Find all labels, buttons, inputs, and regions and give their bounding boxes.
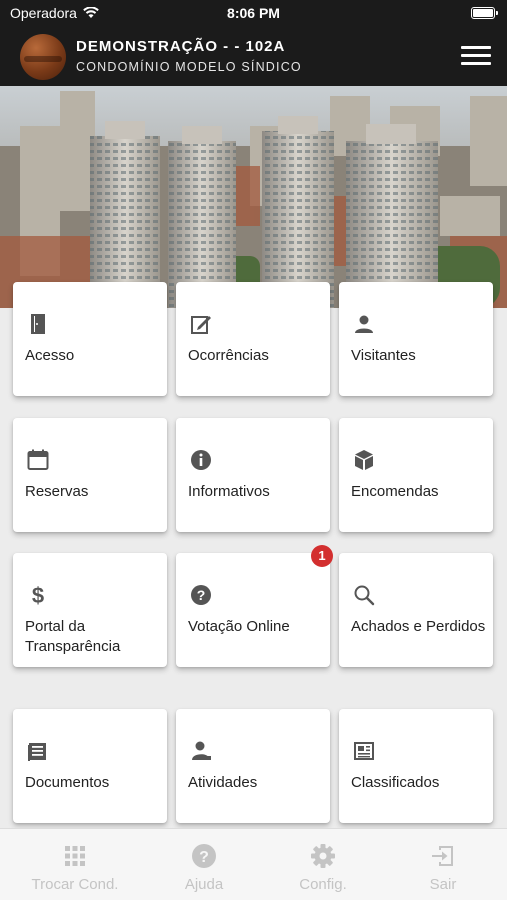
feature-label: Visitantes [351,347,416,364]
hero-image [0,86,507,308]
grid-icon [65,846,85,866]
person-icon [355,315,373,333]
app-header: DEMONSTRAÇÃO - - 102A CONDOMÍNIO MODELO … [0,26,507,86]
nav-label: Config. [299,876,347,893]
feature-card-documentos[interactable]: Documentos [13,709,167,823]
status-bar: Operadora 8:06 PM [0,0,507,26]
feature-card-achados-e-perdidos[interactable]: Achados e Perdidos [339,553,493,667]
feature-label: Informativos [188,483,270,500]
feature-label: Classificados [351,774,440,791]
unit-title: DEMONSTRAÇÃO - - 102A [76,38,286,55]
exit-icon [432,846,453,866]
menu-line [461,62,491,65]
feature-label: Reservas [25,483,89,500]
newspaper-icon [354,742,374,760]
feature-label: Ocorrências [188,347,269,364]
feature-label: Votação Online [188,618,290,635]
svg-text:$: $ [32,583,44,607]
nav-help[interactable]: ? Ajuda [141,829,267,900]
battery-icon [471,7,498,19]
feature-label: Acesso [25,347,75,364]
feature-label: Documentos [25,774,110,791]
door-icon [31,314,45,334]
svg-text:?: ? [199,849,209,866]
nav-settings[interactable]: Config. [260,829,386,900]
gear-icon [311,844,335,868]
feature-label: Atividades [188,774,258,791]
feature-card-portal-da-transparência[interactable]: $ Portal da Transparência [13,553,167,667]
condo-avatar[interactable] [20,34,66,80]
nav-label: Sair [429,876,457,893]
feature-card-visitantes[interactable]: Visitantes [339,282,493,396]
feature-card-ocorrências[interactable]: Ocorrências [176,282,330,396]
hamburger-menu-button[interactable] [461,46,491,66]
package-icon [355,450,373,470]
person-activity-icon [192,741,211,760]
feature-card-atividades[interactable]: Atividades [176,709,330,823]
calendar-icon [27,449,49,470]
nav-logout[interactable]: Sair [380,829,506,900]
status-time: 8:06 PM [227,5,280,21]
feature-card-reservas[interactable]: Reservas [13,418,167,532]
notification-badge: 1 [311,545,333,567]
help-icon: ? [192,844,216,868]
menu-line [461,46,491,49]
svg-text:?: ? [197,587,206,603]
feature-card-classificados[interactable]: Classificados [339,709,493,823]
nav-label: Trocar Cond. [31,876,119,893]
dollar-icon: $ [32,583,44,607]
condo-subtitle: CONDOMÍNIO MODELO SÍNDICO [76,60,302,74]
feature-label: Portal da Transparência [25,618,121,655]
question-icon: ? [191,585,211,605]
menu-line [461,54,491,57]
info-icon [191,450,211,470]
bottom-nav: Trocar Cond. ? Ajuda Config. Sair [0,828,507,900]
edit-icon [191,316,211,334]
feature-card-votação-online[interactable]: ? Votação Online 1 [176,545,333,667]
search-icon [354,585,375,606]
feature-label: Achados e Perdidos [351,618,486,635]
nav-switch-condo[interactable]: Trocar Cond. [12,829,138,900]
feature-card-informativos[interactable]: Informativos [176,418,330,532]
nav-label: Ajuda [184,876,224,893]
feature-card-encomendas[interactable]: Encomendas [339,418,493,532]
document-icon [28,743,46,761]
feature-label: Encomendas [351,483,439,500]
feature-card-acesso[interactable]: Acesso [13,282,167,396]
